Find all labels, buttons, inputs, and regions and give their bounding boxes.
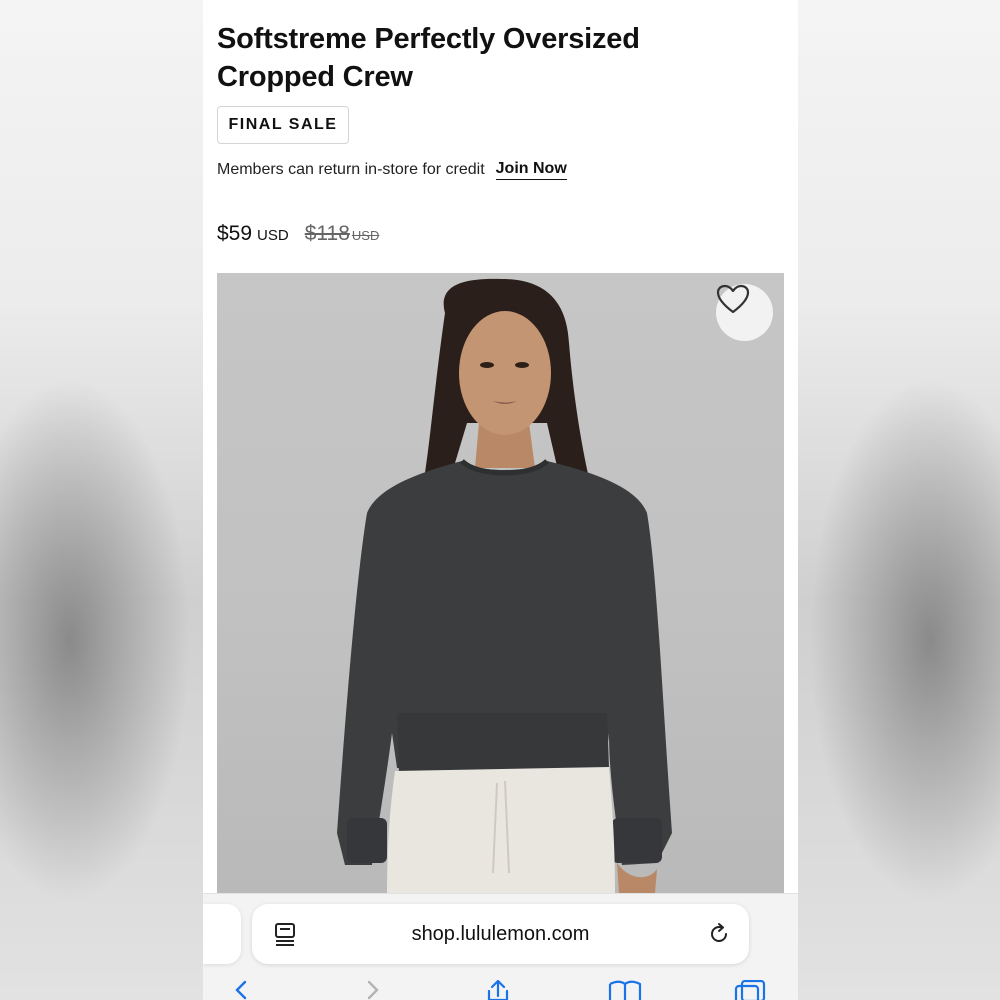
heart-icon bbox=[716, 284, 750, 314]
share-icon[interactable] bbox=[484, 979, 512, 1000]
favorite-button[interactable] bbox=[716, 284, 773, 341]
browser-bottom-bar: shop.lululemon.com bbox=[203, 893, 798, 1000]
tabs-icon[interactable] bbox=[734, 979, 766, 1000]
bookmarks-icon[interactable] bbox=[608, 980, 642, 1000]
sale-price-currency: USD bbox=[257, 227, 289, 244]
original-price: $118 USD bbox=[305, 222, 380, 246]
browser-toolbar bbox=[203, 979, 798, 1000]
previous-tab-stub[interactable] bbox=[203, 904, 241, 964]
member-return-info: Members can return in-store for credit J… bbox=[217, 160, 567, 180]
sale-price: $59 bbox=[217, 222, 253, 245]
join-now-link[interactable]: Join Now bbox=[495, 160, 567, 180]
product-title: Softstreme Perfectly Oversized Cropped C… bbox=[217, 20, 737, 96]
address-bar[interactable]: shop.lululemon.com bbox=[252, 904, 749, 964]
reload-icon[interactable] bbox=[707, 922, 731, 951]
model-photo bbox=[337, 278, 672, 893]
browser-window: Softstreme Perfectly Oversized Cropped C… bbox=[203, 0, 798, 1000]
product-image[interactable] bbox=[217, 273, 784, 893]
url-text: shop.lululemon.com bbox=[411, 922, 590, 945]
back-icon[interactable] bbox=[231, 980, 251, 1000]
original-price-amount: $118 bbox=[304, 222, 350, 245]
product-title-line-2: Cropped Crew bbox=[217, 61, 413, 93]
final-sale-badge: FINAL SALE bbox=[217, 106, 349, 144]
original-price-currency: USD bbox=[351, 228, 380, 243]
product-title-line-1: Softstreme Perfectly Oversized bbox=[217, 23, 640, 55]
price-row: $59 USD $118 USD bbox=[217, 222, 379, 246]
member-return-text: Members can return in-store for credit bbox=[217, 161, 485, 178]
forward-icon[interactable] bbox=[363, 980, 383, 1000]
reader-mode-icon[interactable] bbox=[274, 922, 296, 951]
